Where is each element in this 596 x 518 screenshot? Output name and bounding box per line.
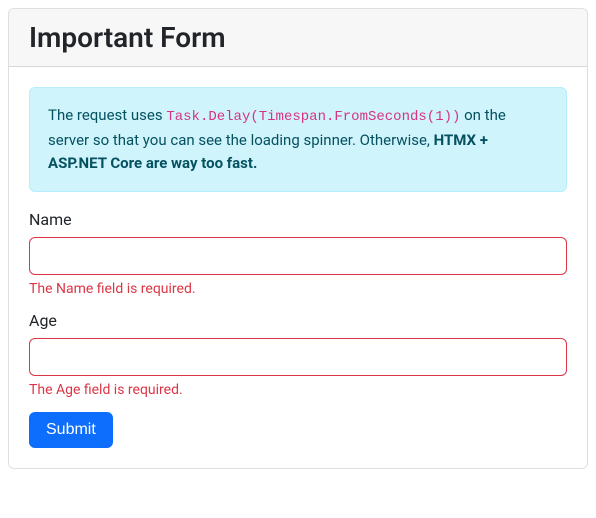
name-field-group: Name The Name field is required. — [29, 210, 567, 297]
age-input[interactable] — [29, 338, 567, 376]
age-field-group: Age The Age field is required. — [29, 311, 567, 398]
alert-code: Task.Delay(Timespan.FromSeconds(1)) — [166, 109, 460, 125]
page-title: Important Form — [29, 21, 567, 54]
alert-text-prefix: The request uses — [48, 106, 166, 124]
card-body: The request uses Task.Delay(Timespan.Fro… — [9, 67, 587, 468]
submit-button[interactable]: Submit — [29, 412, 113, 448]
info-alert: The request uses Task.Delay(Timespan.Fro… — [29, 87, 567, 192]
form-card: Important Form The request uses Task.Del… — [8, 8, 588, 469]
card-header: Important Form — [9, 9, 587, 67]
age-label: Age — [29, 311, 567, 330]
name-input[interactable] — [29, 237, 567, 275]
age-error: The Age field is required. — [29, 382, 567, 398]
name-error: The Name field is required. — [29, 281, 567, 297]
name-label: Name — [29, 210, 567, 229]
